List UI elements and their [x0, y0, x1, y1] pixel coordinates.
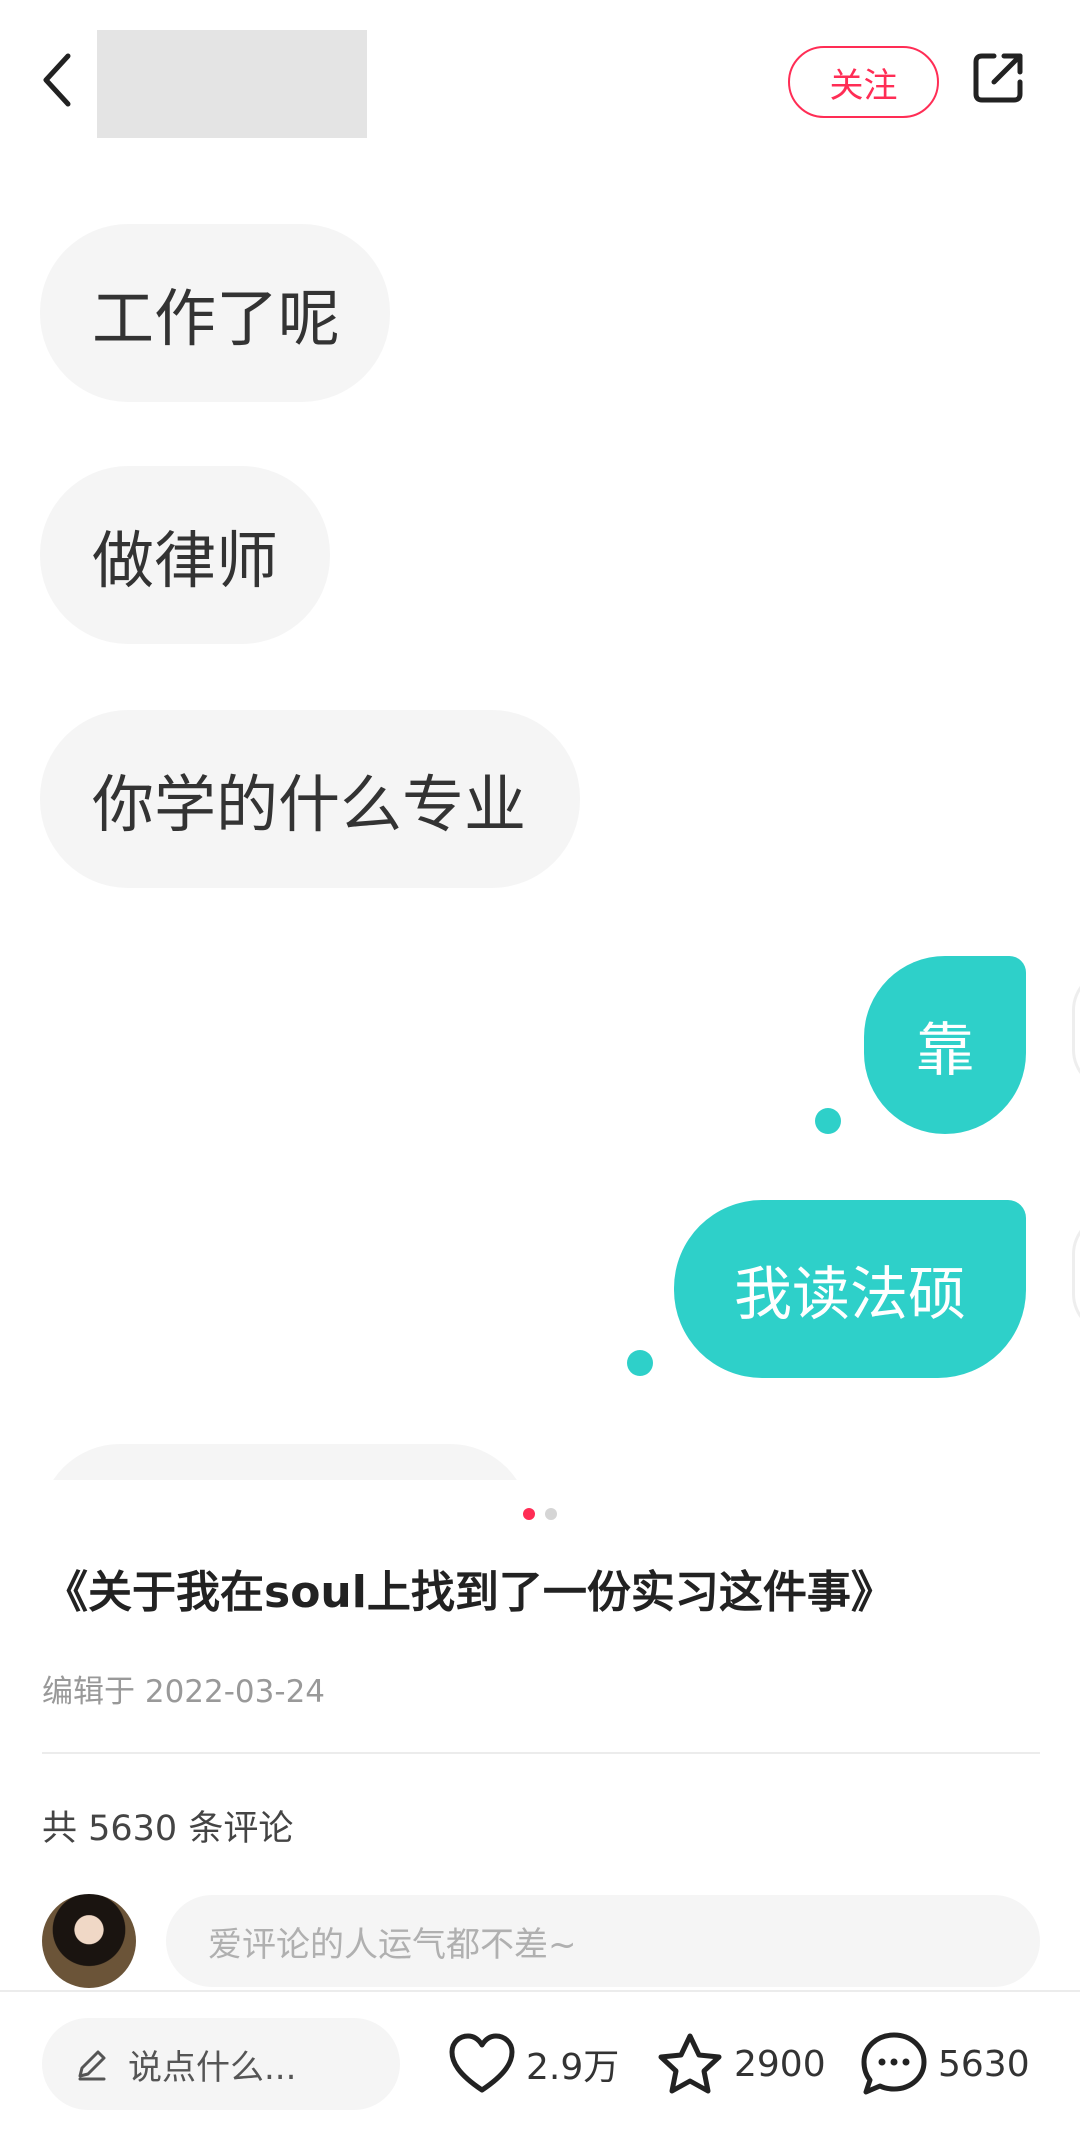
chat-bubble-left: 做律师 — [40, 466, 330, 644]
chat-message: 你学的什么专业 — [92, 768, 527, 841]
bottom-action-bar: 说点什么... 2.9万 2900 5630 — [0, 1990, 1080, 2135]
like-count: 2.9万 — [526, 2047, 620, 2088]
divider — [42, 1752, 1040, 1754]
chat-message: 我读法硕 — [733, 1260, 966, 1328]
chat-bubble-partial — [40, 1444, 530, 1480]
like-button[interactable]: 2.9万 — [448, 2022, 619, 2106]
avatar-edge — [1072, 1214, 1080, 1334]
collect-count: 2900 — [734, 2043, 826, 2085]
chat-bubble-icon — [861, 2032, 927, 2095]
chat-bubble-left: 你学的什么专业 — [40, 710, 580, 888]
collect-button[interactable]: 2900 — [656, 2022, 826, 2106]
follow-button[interactable]: 关注 — [788, 46, 939, 118]
comment-input-placeholder: 爱评论的人运气都不差~ — [208, 1924, 577, 1965]
share-icon — [973, 53, 1023, 103]
post-title: 《关于我在soul上找到了一份实习这件事》 — [44, 1567, 895, 1618]
share-button[interactable] — [970, 50, 1036, 116]
chat-message: 工作了呢 — [92, 282, 341, 355]
carousel-indicator — [0, 1508, 1080, 1520]
chevron-left-icon — [43, 53, 71, 107]
pencil-icon — [78, 2050, 106, 2081]
carousel-dot-active — [523, 1508, 535, 1520]
top-bar: 关注 — [0, 0, 1080, 170]
chat-bubble-right: 靠 — [864, 956, 1026, 1134]
post-date: 编辑于 2022-03-24 — [42, 1674, 326, 1710]
chat-image[interactable]: 工作了呢 做律师 你学的什么专业 靠 我读法硕 — [0, 170, 1080, 1480]
chat-message: 靠 — [915, 1016, 974, 1084]
chat-bubble-right: 我读法硕 — [674, 1200, 1026, 1378]
bubble-tail-dot — [815, 1108, 841, 1134]
star-icon — [658, 2033, 722, 2094]
author-name[interactable] — [97, 30, 367, 138]
comment-count: 共 5630 条评论 — [42, 1809, 294, 1849]
avatar-edge — [1072, 970, 1080, 1090]
back-button[interactable] — [40, 50, 100, 120]
user-avatar[interactable] — [42, 1894, 136, 1988]
comment-button[interactable]: 5630 — [860, 2022, 1030, 2106]
heart-icon — [449, 2033, 515, 2093]
comment-input[interactable]: 爱评论的人运气都不差~ — [166, 1895, 1040, 1987]
chat-bubble-left: 工作了呢 — [40, 224, 390, 402]
bubble-tail-dot — [627, 1350, 653, 1376]
carousel-dot — [545, 1508, 557, 1520]
say-something-input[interactable]: 说点什么... — [42, 2018, 400, 2110]
comment-count-bottom: 5630 — [938, 2043, 1030, 2085]
say-something-placeholder: 说点什么... — [128, 2047, 297, 2088]
chat-message: 做律师 — [92, 524, 279, 597]
